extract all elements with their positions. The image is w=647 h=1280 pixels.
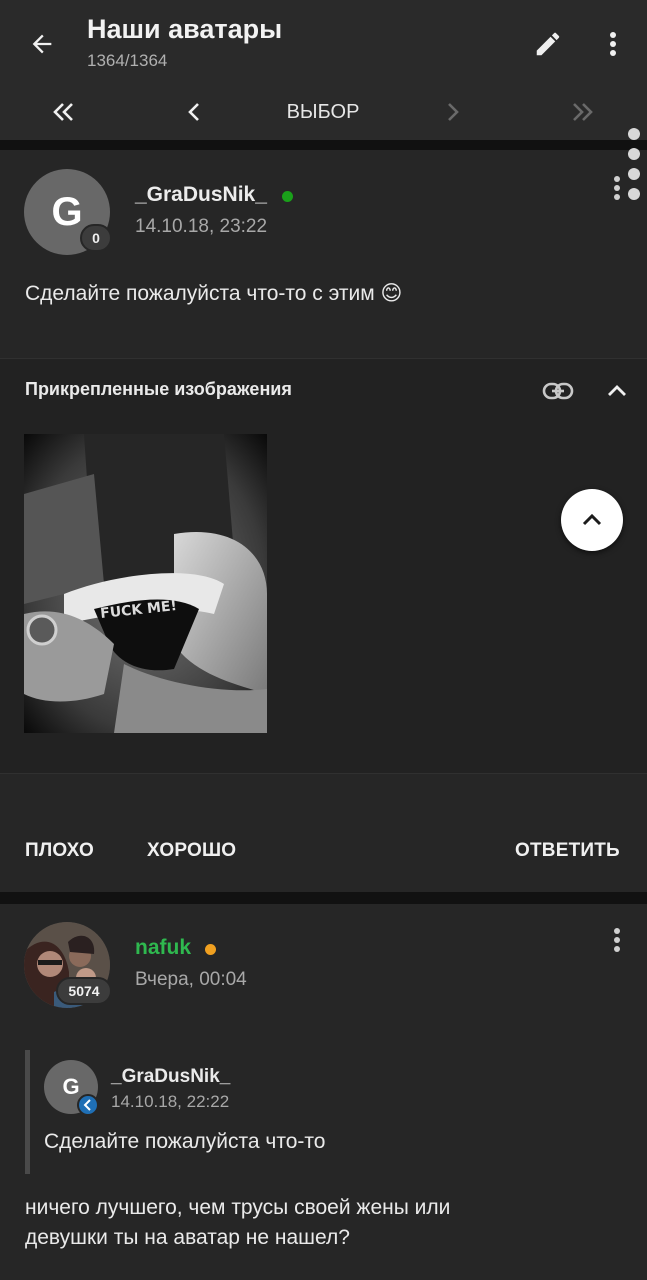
copy-link-button[interactable] [540, 373, 576, 409]
avatar-letter: G [51, 189, 83, 234]
post-date: Вчера, 00:04 [135, 969, 247, 990]
post-actions: ПЛОХО ХОРОШО ОТВЕТИТЬ [0, 814, 647, 892]
chevron-up-icon [582, 513, 602, 526]
attached-photo: FUCK ME! [24, 434, 267, 733]
last-page-button[interactable] [562, 90, 602, 134]
edit-button[interactable] [528, 24, 568, 64]
double-chevron-right-icon [573, 103, 593, 121]
away-status-dot [205, 944, 216, 955]
page-select-label: ВЫБОР [286, 100, 360, 123]
quote-avatar-letter: G [62, 1074, 80, 1099]
arrow-left-icon [32, 34, 52, 54]
chevron-left-icon [188, 103, 199, 121]
online-status-dot [282, 191, 293, 202]
post-menu-button[interactable] [605, 920, 629, 960]
prev-page-button[interactable] [176, 90, 212, 134]
quote-source-button[interactable] [77, 1094, 99, 1116]
chevron-up-icon [608, 385, 626, 396]
vertical-dots-icon [614, 928, 620, 952]
post-card: G 0 _GraDusNik_ 14.10.18, 23:22 Сделайте… [0, 150, 647, 814]
post-text-line-1: ничего лучшего, чем трусы своей жены или [25, 1196, 451, 1219]
reply-button[interactable]: ОТВЕТИТЬ [515, 840, 620, 862]
double-chevron-left-icon [53, 103, 73, 121]
vertical-dots-icon [610, 32, 616, 56]
scroll-to-top-button[interactable] [561, 489, 623, 551]
first-page-button[interactable] [44, 90, 84, 134]
quote-username[interactable]: _GraDusNik_ [111, 1066, 230, 1088]
post-divider [0, 892, 647, 904]
post-text: Сделайте пожалуйста что-то с этим 😊 [25, 282, 403, 305]
page-counter: 1364/1364 [87, 51, 168, 70]
link-icon [542, 382, 574, 400]
app-header: Наши аватары 1364/1364 ВЫБОР [0, 0, 647, 140]
chevron-right-icon [448, 103, 459, 121]
scroll-indicator [626, 128, 642, 204]
post-date: 14.10.18, 23:22 [135, 216, 268, 237]
chevron-left-icon [83, 1099, 91, 1111]
post-username[interactable]: nafuk [135, 936, 191, 960]
quote-text: Сделайте пожалуйста что-то [44, 1130, 326, 1153]
overflow-menu-button[interactable] [598, 24, 628, 64]
reputation-badge: 0 [80, 224, 112, 252]
post-username[interactable]: _GraDusNik_ [135, 183, 267, 207]
vote-good-button[interactable]: ХОРОШО [147, 840, 236, 862]
page-select-button[interactable]: ВЫБОР [263, 90, 383, 134]
vote-bad-button[interactable]: ПЛОХО [25, 840, 94, 862]
quote-block: G _GraDusNik_ 14.10.18, 22:22 Сделайте п… [25, 1050, 585, 1174]
quote-date: 14.10.18, 22:22 [111, 1092, 230, 1111]
pencil-icon [536, 32, 560, 56]
header-divider [0, 140, 647, 150]
page-title: Наши аватары [87, 14, 283, 44]
vertical-dots-icon [614, 176, 620, 200]
attached-image-thumbnail[interactable]: FUCK ME! [24, 434, 267, 733]
back-button[interactable] [22, 24, 62, 64]
next-page-button[interactable] [435, 90, 471, 134]
pagination-bar: ВЫБОР [0, 84, 647, 140]
post-text-line-2: девушки ты на аватар не нашел? [25, 1226, 350, 1249]
reputation-badge: 5074 [56, 977, 112, 1005]
collapse-attachments-button[interactable] [600, 373, 634, 409]
attachments-section: Прикрепленные изображения FUCK ME! [0, 358, 647, 774]
attachments-title: Прикрепленные изображения [25, 379, 292, 399]
